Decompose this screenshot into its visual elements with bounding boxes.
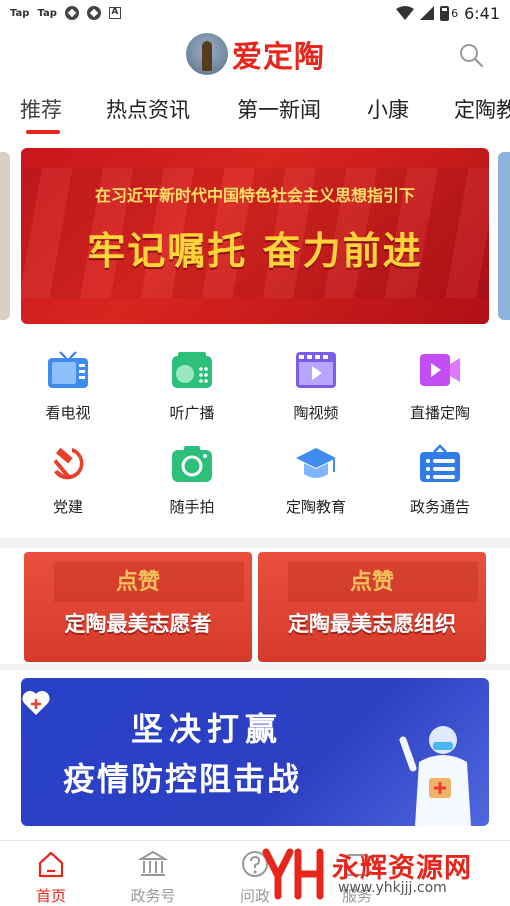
tab-recommend[interactable]: 推荐 xyxy=(20,94,62,124)
medical-worker-illustration-icon xyxy=(399,726,471,826)
section-divider xyxy=(0,538,510,548)
tab-dingtao-education[interactable]: 定陶教 xyxy=(454,94,510,124)
signal-icon xyxy=(420,6,435,20)
next-banner-peek[interactable] xyxy=(498,152,510,320)
grid-item-label: 定陶教育 xyxy=(285,498,346,516)
app-notification-icon xyxy=(86,6,101,20)
quick-function-grid: 看电视 听广播 陶视频 直播定陶 党建 随手拍 定陶教育 政务通告 xyxy=(0,330,510,538)
epidemic-line2: 疫情防控阻击战 xyxy=(63,760,302,798)
search-icon[interactable] xyxy=(458,42,484,68)
government-icon xyxy=(137,850,169,876)
status-app-label: Tap xyxy=(10,7,30,19)
logo-emblem-icon xyxy=(186,33,228,75)
grid-item-label: 直播定陶 xyxy=(409,404,470,422)
nav-home[interactable]: 首页 xyxy=(11,849,91,906)
clock: 6:41 xyxy=(464,3,500,23)
grid-item-dingtao-education[interactable]: 定陶教育 xyxy=(261,444,371,517)
watermark-url: www.yhkjjj.com xyxy=(338,880,447,896)
tab-first-news[interactable]: 第一新闻 xyxy=(237,94,321,124)
a-notification-icon: A xyxy=(108,7,121,19)
promo-title: 定陶最美志愿组织 xyxy=(288,612,456,636)
grid-item-label: 党建 xyxy=(52,498,83,516)
app-header: 爱定陶 xyxy=(0,28,510,80)
channel-tabs: 推荐 热点资讯 第一新闻 小康 定陶教 xyxy=(0,90,510,134)
promo-title: 定陶最美志愿者 xyxy=(64,612,212,636)
grid-item-watch-tv[interactable]: 看电视 xyxy=(13,350,123,423)
promo-volunteer-card[interactable]: 点赞 定陶最美志愿者 xyxy=(24,552,252,662)
grid-item-live-dingtao[interactable]: 直播定陶 xyxy=(385,350,495,423)
home-icon xyxy=(38,851,64,878)
banner-subtitle: 在习近平新时代中国特色社会主义思想指引下 xyxy=(94,186,415,205)
tab-xiaokang[interactable]: 小康 xyxy=(367,94,409,124)
radio-icon xyxy=(172,352,212,388)
grid-item-tao-video[interactable]: 陶视频 xyxy=(261,350,371,423)
grid-item-snapshot[interactable]: 随手拍 xyxy=(137,444,247,517)
app-logo[interactable]: 爱定陶 xyxy=(186,32,325,76)
grid-item-government-notice[interactable]: 政务通告 xyxy=(385,444,495,517)
banner-carousel[interactable]: 在习近平新时代中国特色社会主义思想指引下 牢记嘱托 奋力前进 xyxy=(0,148,510,326)
banner-slide[interactable]: 在习近平新时代中国特色社会主义思想指引下 牢记嘱托 奋力前进 xyxy=(21,148,489,324)
nav-label: 首页 xyxy=(35,887,66,905)
epidemic-line1: 坚决打赢 xyxy=(131,710,284,748)
grid-item-label: 看电视 xyxy=(45,404,91,422)
app-title: 爱定陶 xyxy=(232,40,325,75)
banner-title: 牢记嘱托 奋力前进 xyxy=(87,229,423,273)
grid-item-label: 听广播 xyxy=(169,404,215,422)
tab-hot-news[interactable]: 热点资讯 xyxy=(106,94,190,124)
grid-item-party-building[interactable]: 党建 xyxy=(13,444,123,517)
hammer-sickle-icon xyxy=(53,447,84,480)
prev-banner-peek[interactable] xyxy=(0,152,10,320)
battery-level: 6 xyxy=(451,6,459,20)
nav-label: 政务号 xyxy=(130,887,176,905)
grid-item-label: 政务通告 xyxy=(409,498,470,516)
notice-board-icon xyxy=(420,444,460,482)
grid-item-listen-radio[interactable]: 听广播 xyxy=(137,350,247,423)
promo-volunteer-org-card[interactable]: 点赞 定陶最美志愿组织 xyxy=(258,552,486,662)
grid-item-label: 陶视频 xyxy=(293,404,339,422)
epidemic-banner[interactable]: 坚决打赢 疫情防控阻击战 xyxy=(21,678,489,826)
status-bar: Tap Tap A 6 6:41 xyxy=(0,0,510,26)
heart-medical-icon xyxy=(22,691,50,715)
camera-icon xyxy=(172,446,212,482)
grid-item-label: 随手拍 xyxy=(169,498,215,516)
wifi-icon xyxy=(396,6,415,20)
watermark-logo-icon xyxy=(262,848,324,900)
promo-tag: 点赞 xyxy=(115,570,160,595)
tab-active-indicator xyxy=(26,130,60,134)
promo-tag: 点赞 xyxy=(349,570,394,595)
graduation-cap-icon xyxy=(296,448,336,478)
status-app-label: Tap xyxy=(37,7,57,19)
battery-icon xyxy=(440,5,450,21)
app-notification-icon xyxy=(64,6,79,20)
section-divider xyxy=(0,664,510,670)
nav-government-account[interactable]: 政务号 xyxy=(113,849,193,906)
tv-icon xyxy=(48,351,88,388)
live-camera-icon xyxy=(420,354,460,386)
site-watermark: 永辉资源网 www.yhkjjj.com xyxy=(262,846,492,902)
video-icon xyxy=(296,352,336,388)
